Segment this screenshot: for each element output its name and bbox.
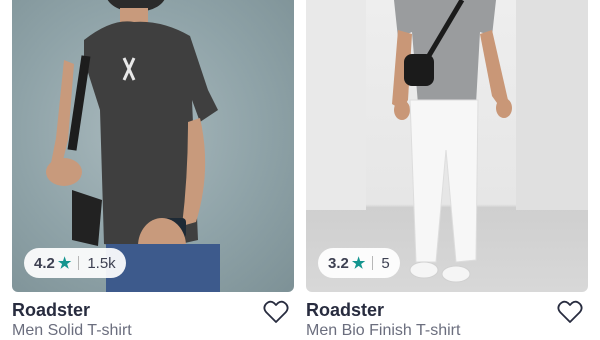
rating-count: 1.5k	[87, 254, 116, 272]
brand-name: Roadster	[12, 300, 91, 320]
star-icon: ★	[57, 255, 72, 272]
rating-value: 3.2	[328, 254, 349, 272]
product-name: Men Solid T-shirt	[12, 322, 132, 339]
star-icon: ★	[351, 255, 366, 272]
rating-badge: 4.2 ★ 1.5k	[24, 248, 126, 278]
product-image[interactable]: 3.2 ★ 5	[306, 0, 588, 292]
rating-divider	[372, 256, 374, 270]
rating-count: 5	[381, 254, 390, 272]
rating-badge: 3.2 ★ 5	[318, 248, 400, 278]
rating-divider	[78, 256, 80, 270]
product-image[interactable]: 4.2 ★ 1.5k	[12, 0, 294, 292]
brand-name: Roadster	[306, 300, 385, 320]
product-card[interactable]: 4.2 ★ 1.5k Roadster Men Solid T-shirt	[12, 0, 294, 339]
product-name: Men Bio Finish T-shirt	[306, 322, 461, 339]
heart-outline-icon[interactable]	[263, 300, 289, 324]
rating-value: 4.2	[34, 254, 55, 272]
heart-outline-icon[interactable]	[557, 300, 583, 324]
product-card[interactable]: 3.2 ★ 5 Roadster Men Bio Finish T-shirt	[306, 0, 588, 339]
